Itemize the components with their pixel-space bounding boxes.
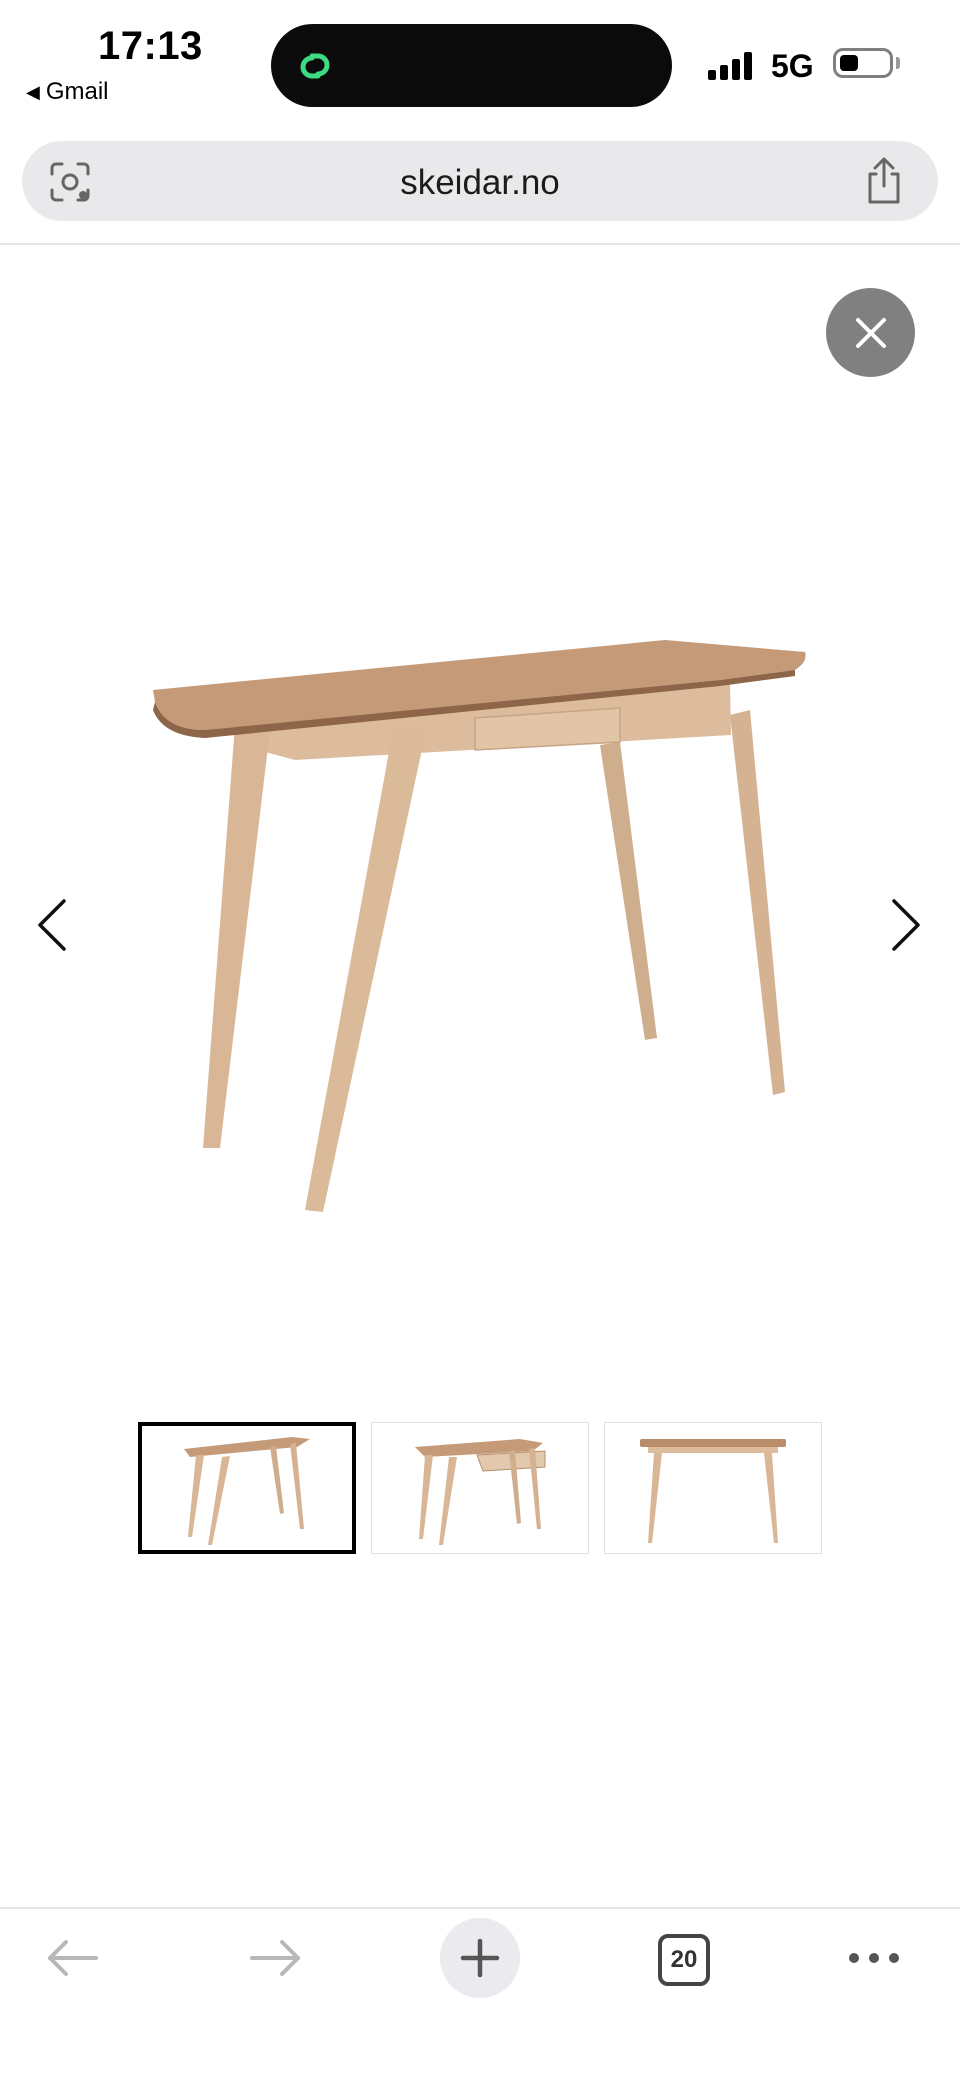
link-chain-icon [300,53,330,79]
status-time: 17:13 [98,24,203,68]
new-tab-button[interactable] [440,1918,520,1998]
network-type: 5G [771,48,814,84]
toolbar-divider [0,1907,960,1909]
url-text[interactable]: skeidar.no [0,163,960,203]
close-gallery-button[interactable] [826,288,915,377]
thumbnail-3[interactable] [604,1422,822,1554]
signal-icon [708,50,752,80]
desk-angle-thumbnail [184,1437,310,1545]
product-image-desk [153,640,806,1212]
back-to-app-link[interactable]: ◀ Gmail [26,78,109,106]
battery-cap [896,57,900,69]
battery-level [840,55,858,71]
thumbnail-2[interactable] [371,1422,589,1554]
more-dots-icon[interactable] [846,1948,902,1968]
desk-front-thumbnail [640,1439,786,1543]
next-image-arrow-icon[interactable] [888,898,924,952]
tabs-count-button[interactable]: 20 [658,1934,710,1986]
thumbnail-1[interactable] [138,1422,356,1554]
close-icon [855,317,886,348]
desk-drawer-thumbnail [415,1439,546,1545]
back-arrow-icon[interactable] [44,1938,100,1978]
forward-arrow-icon[interactable] [248,1938,304,1978]
back-triangle-icon: ◀ [26,81,40,102]
previous-image-arrow-icon[interactable] [34,898,70,952]
header-divider [0,243,960,245]
back-app-label: Gmail [45,78,109,105]
share-icon[interactable] [862,156,906,206]
plus-icon [460,1938,500,1978]
